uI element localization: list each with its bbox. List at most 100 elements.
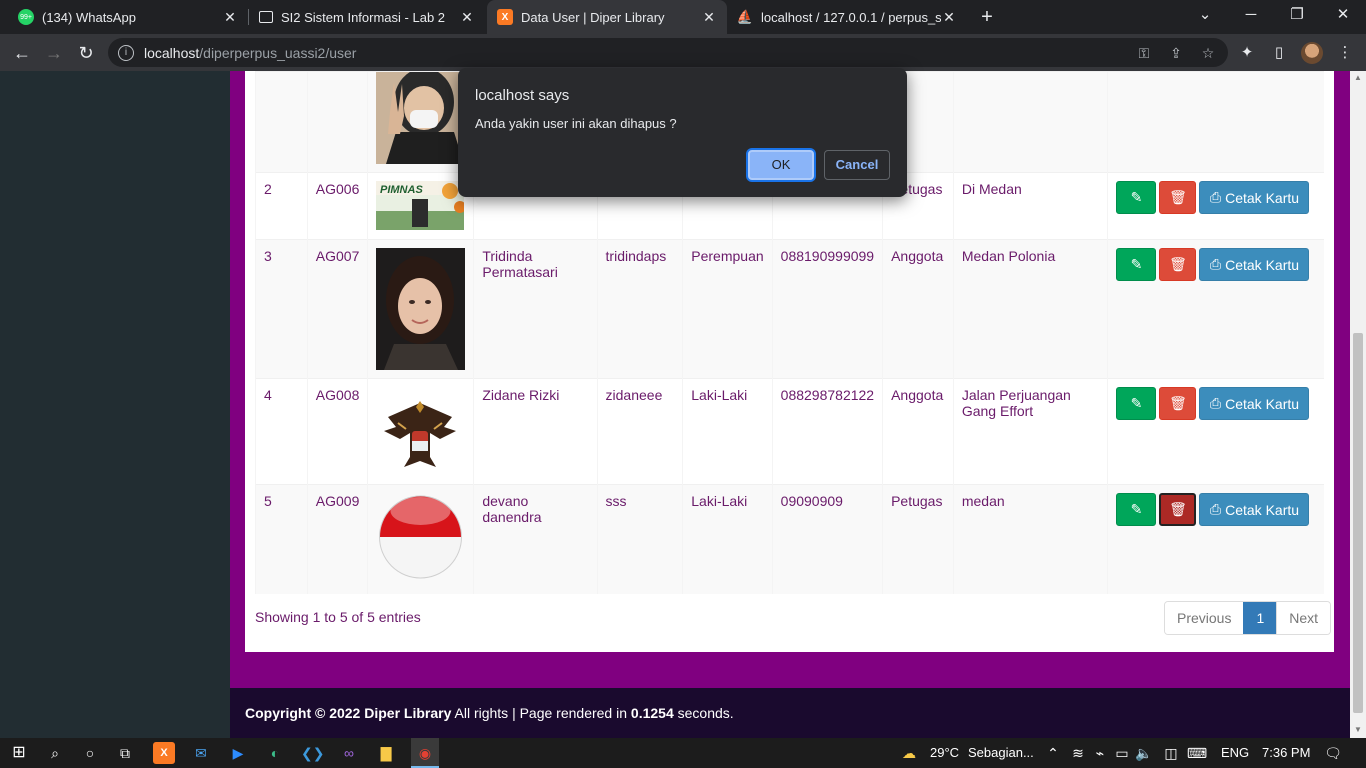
wifi-icon[interactable]: ≋ [1067,742,1089,764]
close-window-button[interactable]: ✕ [1320,0,1366,32]
cell-level: Petugas [882,484,954,594]
share-icon[interactable]: ⇪ [1164,41,1188,65]
edit-button[interactable]: ✎ [1116,387,1157,420]
close-tab-icon[interactable]: ✕ [941,9,957,26]
notifications-icon[interactable]: 🗨 [1322,742,1344,764]
cell-telp: 088190999099 [771,239,883,379]
user-photo [376,387,466,475]
cancel-button[interactable]: Cancel [824,150,890,180]
bookmark-star-icon[interactable]: ☆ [1196,41,1220,65]
tab-title: Data User | Diper Library [521,9,665,25]
delete-button[interactable]: 🗑 [1159,387,1197,420]
delete-button[interactable]: 🗑 [1159,248,1197,281]
zoom-icon[interactable]: ▶ [227,742,249,764]
trash-icon: 🗑 [1169,395,1187,411]
print-card-button[interactable]: ⎙ Cetak Kartu [1199,387,1310,420]
tab-whatsapp[interactable]: 99+ (134) WhatsApp ✕ [8,0,248,34]
print-card-button[interactable]: ⎙ Cetak Kartu [1199,181,1310,214]
windows-start-icon[interactable]: ⊞ [8,742,30,764]
table-info: Showing 1 to 5 of 5 entries [255,609,421,625]
user-photo [376,248,466,370]
tray-expand-icon[interactable]: ⌃ [1042,742,1064,764]
print-card-button[interactable]: ⎙ Cetak Kartu [1199,493,1310,526]
table-row: 3 AG007 Tridinda Permatasari tridindaps … [255,239,1324,379]
cell-kode: AG008 [306,378,368,485]
tab-search-icon[interactable]: ⌄ [1182,0,1228,32]
scrollbar-thumb[interactable] [1353,333,1363,713]
cell-nama: devano danendra [473,484,598,594]
mail-icon[interactable]: ✉ [190,742,212,764]
file-explorer-icon[interactable]: ▇ [375,742,397,764]
cell-jk: Laki-Laki [682,484,773,594]
keyboard-icon[interactable]: ⌨ [1186,742,1208,764]
user-photo [379,495,463,579]
network-icon[interactable]: ⌁ [1089,742,1111,764]
edit-button[interactable]: ✎ [1116,248,1157,281]
visual-studio-icon[interactable]: ∞ [338,742,360,764]
previous-page-button[interactable]: Previous [1165,602,1244,634]
back-button[interactable]: ← [8,39,36,67]
address-bar[interactable]: i localhost/diperperpus_uassi2/user ⚿ ⇪ … [108,38,1228,67]
print-card-button[interactable]: ⎙ Cetak Kartu [1199,248,1310,281]
classroom-icon [259,11,273,23]
side-panel-icon[interactable]: ▯ [1266,40,1292,66]
volume-icon[interactable]: 🔈 [1133,742,1155,764]
camera-icon[interactable]: ◫ [1160,742,1182,764]
xampp-icon: X [497,9,513,25]
cortana-icon[interactable]: ○ [79,742,101,764]
trash-icon: 🗑 [1169,501,1187,517]
cell-username: tridindaps [596,239,683,379]
cell-alamat: medan [952,484,1108,594]
scroll-down-icon[interactable]: ▼ [1353,725,1363,735]
tab-bar: 99+ (134) WhatsApp ✕ SI2 Sistem Informas… [0,0,1366,34]
cell-telp: 09090909 [771,484,883,594]
vscode-icon[interactable]: ❮❯ [301,742,324,764]
forward-button[interactable]: → [40,39,68,67]
cell-no: 3 [255,239,308,379]
delete-button[interactable]: 🗑 [1159,493,1197,526]
language-indicator[interactable]: ENG [1221,745,1249,760]
scroll-up-icon[interactable]: ▲ [1353,73,1363,83]
ok-button[interactable]: OK [748,150,814,180]
profile-avatar[interactable] [1301,42,1323,64]
trash-icon: 🗑 [1169,256,1187,272]
edge-icon[interactable]: ◐ [264,742,286,764]
cell-jk: Laki-Laki [682,378,773,485]
close-tab-icon[interactable]: ✕ [222,9,238,26]
clock[interactable]: 7:36 PM [1262,745,1310,760]
delete-button[interactable]: 🗑 [1159,181,1197,214]
cell-nama: Zidane Rizki [473,378,598,485]
tab-phpmyadmin[interactable]: ⛵ localhost / 127.0.0.1 / perpus_si2 ✕ [727,0,967,34]
reload-button[interactable]: ↻ [72,39,100,67]
task-view-icon[interactable]: ⧉ [114,742,136,764]
battery-icon[interactable]: ▭ [1111,742,1133,764]
edit-button[interactable]: ✎ [1116,181,1157,214]
weather-icon[interactable]: ☁ [898,742,920,764]
search-icon[interactable]: ⌕ [44,742,66,764]
edit-button[interactable]: ✎ [1116,493,1157,526]
footer-rights: All rights | Page rendered in [451,705,631,721]
tab-data-user[interactable]: X Data User | Diper Library ✕ [487,0,727,34]
menu-icon[interactable]: ⋮ [1332,40,1358,66]
next-page-button[interactable]: Next [1276,602,1331,634]
extensions-icon[interactable]: ✦ [1234,40,1260,66]
trash-icon: 🗑 [1169,189,1187,205]
page-scrollbar[interactable]: ▲ ▼ [1350,71,1366,738]
tab-si2-lab[interactable]: SI2 Sistem Informasi - Lab 2 ✕ [249,0,485,34]
close-tab-icon[interactable]: ✕ [701,9,717,26]
edit-icon: ✎ [1130,501,1143,517]
cell-alamat [952,71,1108,173]
xampp-taskbar-icon[interactable]: X [153,742,175,764]
info-icon[interactable]: i [118,44,134,61]
minimize-button[interactable]: ─ [1228,0,1274,32]
close-tab-icon[interactable]: ✕ [459,9,475,26]
chrome-icon[interactable]: ◉ [414,742,436,764]
page-footer: Copyright © 2022 Diper Library All right… [230,688,1350,738]
new-tab-button[interactable]: + [976,5,998,29]
page-1-button[interactable]: 1 [1243,602,1277,634]
sidebar [0,71,230,738]
cell-alamat: Medan Polonia [952,239,1108,379]
footer-copyright: Copyright © 2022 Diper Library [245,705,452,721]
restore-button[interactable]: ❐ [1274,0,1320,32]
key-icon[interactable]: ⚿ [1132,41,1156,65]
